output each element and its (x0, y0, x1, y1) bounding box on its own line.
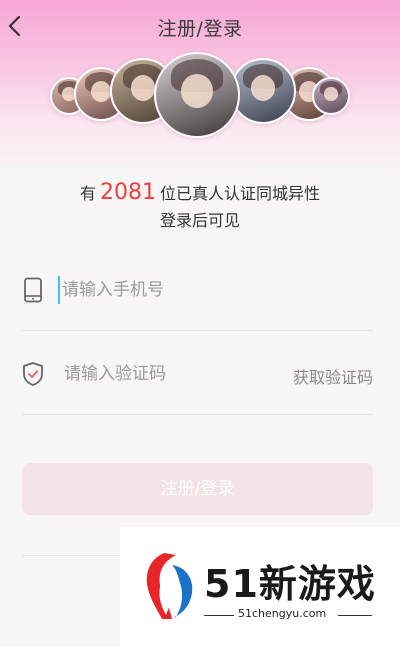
avatar (154, 52, 240, 138)
shield-check-icon (23, 362, 43, 386)
register-login-button[interactable]: 注册/登录 (22, 463, 373, 515)
divider (22, 555, 120, 556)
verified-count: 2081 (100, 180, 156, 205)
promo-suffix: 位已真人认证同城异性 (160, 184, 321, 203)
watermark: 51新游戏 51chengyu.com (120, 527, 400, 647)
promo-subline: 登录后可见 (159, 211, 240, 230)
page-title: 注册/登录 (157, 18, 243, 40)
verification-code-input[interactable] (62, 360, 266, 388)
watermark-rule-left (204, 615, 234, 616)
phone-icon (24, 277, 42, 303)
phone-input[interactable] (58, 276, 364, 304)
get-code-button[interactable]: 获取验证码 (293, 364, 373, 388)
watermark-url: 51chengyu.com (238, 607, 327, 620)
promo-headline: 有 2081 位已真人认证同城异性 (0, 180, 400, 205)
code-row: 获取验证码 (22, 334, 373, 415)
avatar (312, 77, 350, 115)
phone-row (22, 250, 373, 331)
watermark-title: 51新游戏 (204, 562, 376, 606)
promo-prefix: 有 (79, 184, 96, 203)
watermark-rule-right (338, 615, 372, 616)
watermark-logo-icon (146, 553, 193, 619)
